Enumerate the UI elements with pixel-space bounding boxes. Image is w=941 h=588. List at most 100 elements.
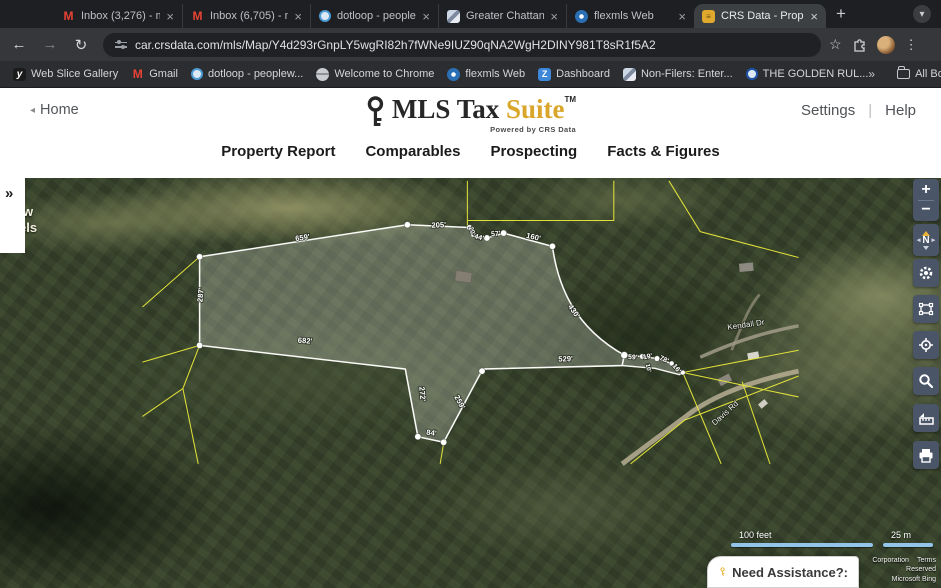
back-icon[interactable]: ← (7, 36, 31, 53)
browser-window: M Inbox (3,276) - mai × M Inbox (6,705) … (0, 0, 941, 588)
nav-comparables[interactable]: Comparables (365, 143, 460, 160)
close-icon[interactable]: × (678, 9, 686, 24)
rotate-right-icon[interactable]: ▸ (932, 237, 936, 244)
terms-link[interactable]: Terms (917, 557, 936, 564)
measure-button[interactable] (913, 404, 939, 432)
kendall-road (700, 326, 798, 357)
new-tab-button[interactable]: + (836, 4, 846, 24)
bookmark-label: Welcome to Chrome (334, 68, 434, 80)
gold-key-icon (720, 559, 725, 585)
need-assistance-label: Need Assistance?: (732, 565, 848, 580)
bookmark-star-icon[interactable]: ☆ (829, 36, 842, 53)
home-button[interactable]: ◂ Home (30, 102, 79, 118)
flexmls-icon (447, 68, 460, 81)
gmail-icon: M (191, 10, 204, 23)
dotloop-icon (191, 68, 203, 80)
all-bookmarks-button[interactable]: All Bookmarks (897, 68, 941, 80)
flexmls-icon (575, 10, 588, 23)
close-icon[interactable]: × (810, 9, 818, 24)
compass-control[interactable]: ◂N▸ (913, 224, 939, 256)
web-slice-icon: y (13, 68, 26, 81)
tab-label: CRS Data - Propert (721, 10, 804, 22)
tab-search-button[interactable]: ▾ (913, 5, 931, 23)
zoom-control: + − (913, 179, 939, 221)
bookmarks-overflow-icon[interactable]: » (868, 67, 875, 81)
svg-text:682': 682' (297, 336, 312, 346)
bookmark-flexmls[interactable]: flexmls Web (447, 68, 525, 81)
bookmark-dashboard[interactable]: Z Dashboard (538, 68, 610, 81)
tab-chattanooga[interactable]: Greater Chattanoo × (438, 4, 566, 28)
mls-tax-suite-header: ◂ Home MLS Tax SuiteTM Powered by CRS Da… (0, 88, 941, 178)
chrome-menu-icon[interactable]: ⋮ (905, 37, 918, 53)
close-icon[interactable]: × (550, 9, 558, 24)
bookmark-label: Non-Filers: Enter... (641, 68, 733, 80)
settings-link[interactable]: Settings (801, 102, 855, 119)
scale-feet-bar (731, 543, 873, 547)
rotate-left-icon[interactable]: ◂ (917, 237, 921, 244)
svg-text:529': 529' (558, 354, 573, 364)
divider: | (868, 102, 872, 119)
nav-property-report[interactable]: Property Report (221, 143, 335, 160)
close-icon[interactable]: × (166, 9, 174, 24)
reload-icon[interactable]: ↻ (69, 36, 93, 54)
nav-facts-figures[interactable]: Facts & Figures (607, 143, 720, 160)
map-search-button[interactable] (913, 367, 939, 395)
bookmark-dotloop[interactable]: dotloop - peoplew... (191, 68, 303, 80)
need-assistance-panel[interactable]: Need Assistance?: (707, 556, 859, 588)
compass-south-icon (923, 246, 929, 250)
draw-area-button[interactable] (913, 295, 939, 323)
tab-label: Greater Chattanoo (466, 10, 544, 22)
browser-toolbar: ← → ↻ car.crsdata.com/mls/Map/Y4d293rGnp… (0, 28, 941, 61)
tab-flexmls[interactable]: flexmls Web × (566, 4, 694, 28)
attribution-text: Reserved (872, 565, 936, 574)
header-links: Settings | Help (801, 102, 916, 119)
map-settings-button[interactable] (913, 259, 939, 287)
forward-icon[interactable]: → (38, 36, 62, 53)
tab-dotloop[interactable]: dotloop - peoplew × (310, 4, 438, 28)
tab-inbox-2[interactable]: M Inbox (6,705) - mp × (182, 4, 310, 28)
close-icon[interactable]: × (422, 9, 430, 24)
globe-icon (316, 68, 329, 81)
bookmark-welcome-chrome[interactable]: Welcome to Chrome (316, 68, 434, 81)
expand-panel-icon[interactable]: » (5, 185, 13, 202)
zoom-out-button[interactable]: − (921, 201, 930, 219)
folder-icon (897, 69, 910, 79)
site-icon (447, 10, 460, 23)
gmail-icon: M (131, 68, 144, 81)
main-nav: Property Report Comparables Prospecting … (221, 143, 719, 160)
compass-n-label: N (922, 236, 929, 246)
collapsed-panel-strip: » (0, 178, 25, 253)
tab-label: flexmls Web (594, 10, 672, 22)
close-icon[interactable]: × (294, 9, 302, 24)
extensions-icon[interactable] (852, 37, 867, 52)
printer-icon (918, 448, 934, 463)
draw-rectangle-icon (918, 301, 934, 317)
attribution-provider: Microsoft Bing (872, 575, 936, 584)
tab-crs-data-active[interactable]: ≡ CRS Data - Propert × (694, 4, 826, 28)
scale-feet-label: 100 feet (731, 530, 873, 540)
locate-button[interactable] (913, 331, 939, 359)
help-link[interactable]: Help (885, 102, 916, 119)
tab-label: Inbox (3,276) - mai (81, 10, 160, 22)
address-bar[interactable]: car.crsdata.com/mls/Map/Y4d293rGnpLY5wgR… (103, 33, 821, 57)
tab-inbox-1[interactable]: M Inbox (3,276) - mai × (54, 4, 182, 28)
nav-prospecting[interactable]: Prospecting (491, 143, 578, 160)
crs-icon: ≡ (702, 10, 715, 23)
bookmark-web-slice[interactable]: y Web Slice Gallery (13, 68, 118, 81)
golden-rule-icon (746, 68, 758, 80)
print-button[interactable] (913, 441, 939, 469)
profile-avatar[interactable] (877, 36, 895, 54)
bookmark-non-filers[interactable]: Non-Filers: Enter... (623, 68, 733, 81)
zoom-in-button[interactable]: + (921, 181, 930, 199)
davis-road (622, 371, 798, 464)
bookmark-golden-rule[interactable]: THE GOLDEN RUL... (746, 68, 869, 80)
site-settings-icon[interactable] (115, 42, 127, 48)
logo-powered-by: Powered by CRS Data (392, 125, 576, 134)
map-overlay: 659' 205' 20' 44' 57' 160' 430' 287' 682… (0, 178, 941, 588)
bookmarks-bar: y Web Slice Gallery M Gmail dotloop - pe… (0, 61, 941, 88)
tab-label: dotloop - peoplew (337, 10, 416, 22)
aerial-map[interactable]: 659' 205' 20' 44' 57' 160' 430' 287' 682… (0, 178, 941, 588)
url-text[interactable]: car.crsdata.com/mls/Map/Y4d293rGnpLY5wgR… (135, 38, 656, 52)
scale-meters-label: 25 m (883, 530, 933, 540)
bookmark-gmail[interactable]: M Gmail (131, 68, 178, 81)
